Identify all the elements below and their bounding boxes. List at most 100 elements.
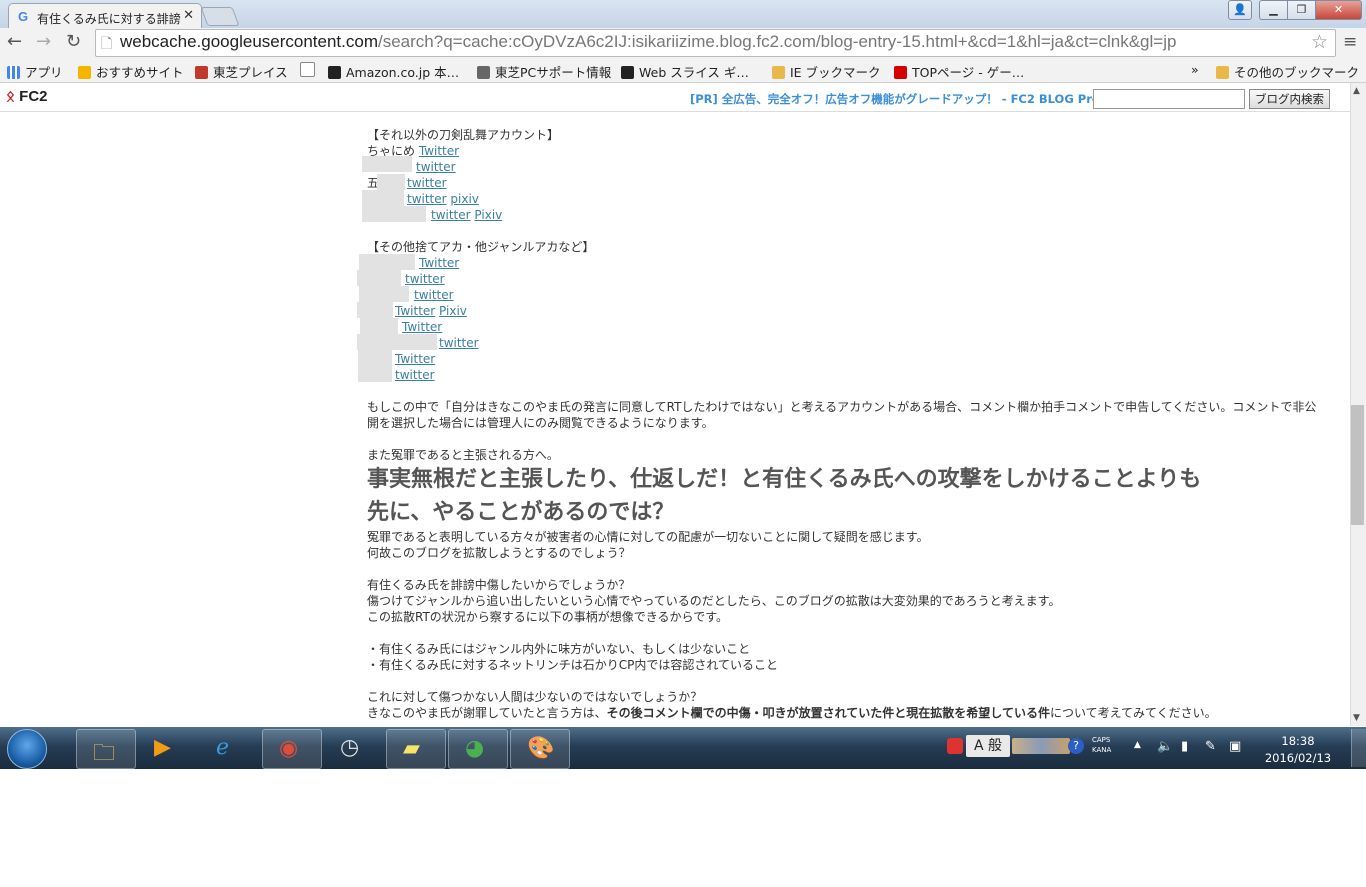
browser-tab[interactable]: G 有住くるみ氏に対する誹謗 ✕ bbox=[8, 3, 202, 29]
new-tab-button[interactable] bbox=[200, 7, 240, 26]
explorer-icon[interactable]: 🗀 bbox=[76, 729, 136, 769]
reload-icon[interactable]: ↻ bbox=[66, 31, 81, 52]
paragraph-text: きなこのやま氏が謝罪していたと言う方は、その後コメント欄での中傷・叩きが放置され… bbox=[367, 706, 1217, 720]
twitter-link[interactable]: Twitter bbox=[395, 304, 435, 318]
fc2-pr-link[interactable]: [PR] 全広告、完全オフ！広告オフ機能がグレードアップ！ - FC2 BLOG… bbox=[690, 91, 1100, 107]
ime-bar[interactable]: A 般 bbox=[966, 735, 1010, 757]
scroll-up-icon[interactable]: ▲ bbox=[1353, 86, 1360, 96]
page-icon: 🗋 bbox=[101, 36, 113, 52]
twitter-link[interactable]: twitter bbox=[407, 176, 447, 190]
twitter-link[interactable]: twitter bbox=[395, 368, 435, 382]
show-desktop-button[interactable] bbox=[1351, 729, 1366, 767]
minimize-button[interactable]: ▁ bbox=[1259, 0, 1288, 20]
blog-search-input[interactable] bbox=[1093, 89, 1245, 109]
paragraph-text: 何故このブログを拡散しようとするのでしょう？ bbox=[367, 546, 631, 560]
redacted-block bbox=[362, 206, 426, 222]
bookmark-ie-folder[interactable]: IE ブックマーク bbox=[772, 62, 881, 81]
tray-app-icon[interactable] bbox=[947, 738, 963, 754]
paragraph-text: また冤罪であると主張される方へ。 bbox=[367, 448, 559, 462]
redacted-block bbox=[357, 334, 437, 350]
paragraph-text: 傷つけてジャンルから追い出したいという心情でやっているのだとしたら、このブログの… bbox=[367, 594, 1061, 608]
twitter-link[interactable]: twitter bbox=[431, 208, 471, 222]
redacted-block bbox=[358, 366, 392, 382]
forward-arrow-icon[interactable]: → bbox=[36, 31, 51, 52]
bookmark-other[interactable]: その他のブックマーク bbox=[1216, 62, 1359, 81]
bookmark-apps[interactable]: アプリ bbox=[7, 62, 63, 81]
bookmark-toshiba-support[interactable]: 東芝PCサポート情報 bbox=[477, 62, 611, 81]
account-row: twitter Pixiv bbox=[431, 207, 502, 223]
blog-search-button[interactable]: ブログ内検索 bbox=[1249, 89, 1330, 109]
close-window-button[interactable]: ✕ bbox=[1315, 0, 1362, 20]
bookmark-toshiba-place[interactable]: 東芝プレイス bbox=[195, 62, 288, 81]
redacted-block bbox=[357, 302, 393, 318]
start-button[interactable] bbox=[7, 729, 47, 769]
pixiv-link[interactable]: pixiv bbox=[450, 192, 479, 206]
bookmark-yahoo-top[interactable]: TOPページ - ゲー… bbox=[894, 62, 1024, 81]
back-arrow-icon[interactable]: ← bbox=[7, 31, 22, 52]
twitter-link[interactable]: twitter bbox=[407, 192, 447, 206]
account-row: twitter bbox=[416, 159, 456, 175]
pixiv-link[interactable]: Pixiv bbox=[474, 208, 502, 222]
article-heading: 先に、やることがあるのでは？ bbox=[367, 500, 675, 525]
system-clock[interactable]: 18:38 2016/02/13 bbox=[1262, 733, 1334, 767]
bookmark-page[interactable] bbox=[300, 62, 320, 78]
picasa-icon[interactable]: ◕ bbox=[448, 729, 508, 769]
twitter-link[interactable]: Twitter bbox=[419, 256, 459, 270]
section-heading: 【それ以外の刀剣乱舞アカウント】 bbox=[367, 128, 560, 142]
paragraph-text: もしこの中で「自分はきなこのやま氏の発言に同意してRTしたわけではない」と考える… bbox=[367, 400, 1317, 414]
toshiba-place-icon bbox=[195, 66, 208, 79]
account-row: twitter bbox=[407, 175, 447, 191]
network-icon[interactable]: ▣ bbox=[1229, 739, 1241, 754]
help-icon[interactable]: ? bbox=[1068, 738, 1084, 754]
pixiv-link[interactable]: Pixiv bbox=[439, 304, 467, 318]
article-heading: 事実無根だと主張したり、仕返しだ！と有住くるみ氏への攻撃をしかけることよりも bbox=[367, 467, 1202, 492]
volume-icon[interactable]: 🔈 bbox=[1157, 739, 1173, 754]
bookmarks-overflow-button[interactable]: » bbox=[1191, 62, 1199, 77]
paragraph-text: この拡散RTの状況から察するに以下の事柄が想像できるからです。 bbox=[367, 610, 728, 624]
ime-tools-icon[interactable] bbox=[1012, 738, 1070, 754]
bing-icon bbox=[78, 66, 91, 79]
restore-button[interactable]: ❐ bbox=[1287, 0, 1316, 20]
fc2-logo-icon: ᛟ bbox=[6, 88, 20, 105]
pin-icon[interactable]: ✎ bbox=[1205, 739, 1216, 754]
chrome-icon[interactable]: ◉ bbox=[262, 729, 322, 769]
scroll-down-icon[interactable]: ▼ bbox=[1353, 713, 1360, 723]
twitter-link[interactable]: twitter bbox=[439, 336, 479, 350]
section-heading: 【その他捨てアカ・他ジャンルアカなど】 bbox=[367, 240, 595, 254]
redacted-block bbox=[359, 286, 409, 302]
power-icon[interactable]: ▮ bbox=[1181, 739, 1188, 754]
bookmark-osusume[interactable]: おすすめサイト bbox=[78, 62, 184, 81]
redacted-block bbox=[357, 270, 401, 286]
user-profile-icon[interactable]: 👤 bbox=[1228, 0, 1252, 20]
paragraph-text: これに対して傷つかない人間は少ないのではないでしょうか？ bbox=[367, 690, 703, 704]
toshiba-support-icon bbox=[477, 66, 490, 79]
sticky-notes-icon[interactable]: ▰ bbox=[386, 729, 446, 769]
redacted-block bbox=[358, 350, 392, 366]
chrome-menu-icon[interactable]: ≡ bbox=[1343, 32, 1357, 52]
twitter-link[interactable]: Twitter bbox=[402, 320, 442, 334]
scrollbar-thumb[interactable] bbox=[1351, 405, 1364, 525]
paint-icon[interactable]: 🎨 bbox=[510, 729, 570, 769]
tray-expand-icon[interactable]: ▲ bbox=[1134, 740, 1141, 750]
fc2-logo[interactable]: ᛟ FC2 bbox=[6, 88, 48, 105]
twitter-link[interactable]: twitter bbox=[414, 288, 454, 302]
paragraph-text: 開を選択した場合には管理人にのみ閲覧できるようになります。 bbox=[367, 416, 714, 430]
clock-app-icon[interactable]: ◷ bbox=[324, 729, 382, 767]
twitter-link[interactable]: Twitter bbox=[395, 352, 435, 366]
bookmark-star-icon[interactable]: ☆ bbox=[1311, 31, 1328, 53]
twitter-link[interactable]: twitter bbox=[416, 160, 456, 174]
tab-title: 有住くるみ氏に対する誹謗 bbox=[37, 12, 181, 26]
ie-icon[interactable]: ℯ bbox=[200, 729, 258, 767]
folder-icon bbox=[1216, 66, 1229, 79]
bookmark-amazon[interactable]: Amazon.co.jp 本… bbox=[328, 62, 459, 81]
url-text[interactable]: webcache.googleusercontent.com/search?q=… bbox=[120, 32, 1176, 52]
google-favicon-icon: G bbox=[18, 9, 29, 24]
twitter-link[interactable]: Twitter bbox=[419, 144, 459, 158]
close-tab-icon[interactable]: ✕ bbox=[183, 8, 194, 23]
bookmark-web-slice[interactable]: Web スライス ギ… bbox=[621, 62, 749, 81]
caps-kana-indicator: CAPS KANA bbox=[1092, 736, 1112, 754]
twitter-link[interactable]: twitter bbox=[405, 272, 445, 286]
media-player-icon[interactable]: ▶ bbox=[138, 729, 196, 767]
bullet-text: ・有住くるみ氏にはジャンル内外に味方がいない、もしくは少ないこと bbox=[367, 642, 751, 656]
yahoo-icon bbox=[894, 66, 907, 79]
